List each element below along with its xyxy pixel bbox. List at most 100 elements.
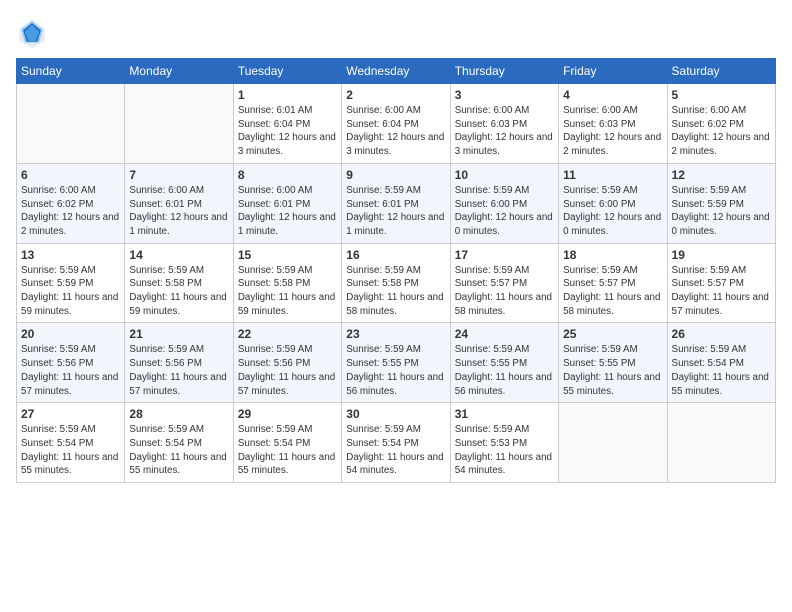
day-info: Sunrise: 5:59 AM Sunset: 5:54 PM Dayligh… xyxy=(21,423,120,478)
day-info: Sunrise: 5:59 AM Sunset: 5:57 PM Dayligh… xyxy=(563,264,662,319)
day-info: Sunrise: 5:59 AM Sunset: 5:56 PM Dayligh… xyxy=(21,343,120,398)
calendar-cell: 31 Sunrise: 5:59 AM Sunset: 5:53 PM Dayli… xyxy=(450,403,558,483)
calendar-cell: 24Sunrise: 5:59 AM Sunset: 5:55 PM Dayli… xyxy=(450,323,558,403)
day-info: Sunrise: 5:59 AM Sunset: 5:55 PM Dayligh… xyxy=(346,343,445,398)
day-info: Sunrise: 5:59 AM Sunset: 5:58 PM Dayligh… xyxy=(129,264,228,319)
day-number: 3 xyxy=(455,88,554,102)
day-number: 21 xyxy=(129,327,228,341)
calendar-cell: 18 Sunrise: 5:59 AM Sunset: 5:57 PM Dayli… xyxy=(559,243,667,323)
calendar-cell: 4Sunrise: 6:00 AM Sunset: 6:03 PM Daylig… xyxy=(559,84,667,164)
day-info: Sunrise: 5:59 AM Sunset: 6:00 PM Dayligh… xyxy=(455,184,554,239)
day-number: 28 xyxy=(129,407,228,421)
day-number: 10 xyxy=(455,168,554,182)
calendar-cell xyxy=(559,403,667,483)
calendar-cell: 10 Sunrise: 5:59 AM Sunset: 6:00 PM Dayli… xyxy=(450,163,558,243)
day-number: 4 xyxy=(563,88,662,102)
page-header xyxy=(16,16,776,48)
calendar-week-2: 6 Sunrise: 6:00 AM Sunset: 6:02 PM Daylig… xyxy=(17,163,776,243)
calendar-week-1: 1Sunrise: 6:01 AM Sunset: 6:04 PM Daylig… xyxy=(17,84,776,164)
day-info: Sunrise: 5:59 AM Sunset: 5:59 PM Dayligh… xyxy=(21,264,120,319)
day-number: 19 xyxy=(672,248,771,262)
calendar-week-4: 20 Sunrise: 5:59 AM Sunset: 5:56 PM Dayli… xyxy=(17,323,776,403)
calendar-cell: 12Sunrise: 5:59 AM Sunset: 5:59 PM Dayli… xyxy=(667,163,775,243)
day-info: Sunrise: 5:59 AM Sunset: 5:55 PM Dayligh… xyxy=(563,343,662,398)
day-info: Sunrise: 5:59 AM Sunset: 5:56 PM Dayligh… xyxy=(129,343,228,398)
day-info: Sunrise: 5:59 AM Sunset: 5:54 PM Dayligh… xyxy=(346,423,445,478)
calendar-cell: 19 Sunrise: 5:59 AM Sunset: 5:57 PM Dayli… xyxy=(667,243,775,323)
day-number: 24 xyxy=(455,327,554,341)
calendar-week-3: 13 Sunrise: 5:59 AM Sunset: 5:59 PM Dayli… xyxy=(17,243,776,323)
calendar-cell xyxy=(667,403,775,483)
day-info: Sunrise: 5:59 AM Sunset: 5:56 PM Dayligh… xyxy=(238,343,337,398)
day-number: 5 xyxy=(672,88,771,102)
day-number: 9 xyxy=(346,168,445,182)
day-info: Sunrise: 6:00 AM Sunset: 6:01 PM Dayligh… xyxy=(238,184,337,239)
logo-icon xyxy=(16,16,48,48)
calendar-cell: 21 Sunrise: 5:59 AM Sunset: 5:56 PM Dayli… xyxy=(125,323,233,403)
calendar-cell xyxy=(125,84,233,164)
day-info: Sunrise: 5:59 AM Sunset: 5:59 PM Dayligh… xyxy=(672,184,771,239)
weekday-header-monday: Monday xyxy=(125,59,233,84)
day-info: Sunrise: 5:59 AM Sunset: 5:54 PM Dayligh… xyxy=(129,423,228,478)
calendar-week-5: 27Sunrise: 5:59 AM Sunset: 5:54 PM Dayli… xyxy=(17,403,776,483)
day-info: Sunrise: 5:59 AM Sunset: 6:00 PM Dayligh… xyxy=(563,184,662,239)
calendar-cell: 23 Sunrise: 5:59 AM Sunset: 5:55 PM Dayli… xyxy=(342,323,450,403)
day-number: 11 xyxy=(563,168,662,182)
day-number: 31 xyxy=(455,407,554,421)
calendar-table: SundayMondayTuesdayWednesdayThursdayFrid… xyxy=(16,58,776,483)
day-info: Sunrise: 5:59 AM Sunset: 5:58 PM Dayligh… xyxy=(346,264,445,319)
day-info: Sunrise: 6:00 AM Sunset: 6:02 PM Dayligh… xyxy=(672,104,771,159)
day-number: 26 xyxy=(672,327,771,341)
weekday-header-tuesday: Tuesday xyxy=(233,59,341,84)
calendar-cell: 11 Sunrise: 5:59 AM Sunset: 6:00 PM Dayli… xyxy=(559,163,667,243)
calendar-cell: 17 Sunrise: 5:59 AM Sunset: 5:57 PM Dayli… xyxy=(450,243,558,323)
calendar-cell: 20 Sunrise: 5:59 AM Sunset: 5:56 PM Dayli… xyxy=(17,323,125,403)
day-number: 7 xyxy=(129,168,228,182)
day-info: Sunrise: 5:59 AM Sunset: 5:54 PM Dayligh… xyxy=(672,343,771,398)
day-number: 29 xyxy=(238,407,337,421)
logo xyxy=(16,16,54,48)
day-info: Sunrise: 5:59 AM Sunset: 5:53 PM Dayligh… xyxy=(455,423,554,478)
day-number: 13 xyxy=(21,248,120,262)
day-info: Sunrise: 6:00 AM Sunset: 6:04 PM Dayligh… xyxy=(346,104,445,159)
day-info: Sunrise: 6:00 AM Sunset: 6:01 PM Dayligh… xyxy=(129,184,228,239)
day-info: Sunrise: 5:59 AM Sunset: 5:58 PM Dayligh… xyxy=(238,264,337,319)
day-number: 6 xyxy=(21,168,120,182)
calendar-cell: 3 Sunrise: 6:00 AM Sunset: 6:03 PM Daylig… xyxy=(450,84,558,164)
day-number: 1 xyxy=(238,88,337,102)
calendar-cell: 22Sunrise: 5:59 AM Sunset: 5:56 PM Dayli… xyxy=(233,323,341,403)
weekday-header-wednesday: Wednesday xyxy=(342,59,450,84)
day-info: Sunrise: 5:59 AM Sunset: 5:57 PM Dayligh… xyxy=(455,264,554,319)
weekday-header-thursday: Thursday xyxy=(450,59,558,84)
day-number: 15 xyxy=(238,248,337,262)
calendar-cell: 2 Sunrise: 6:00 AM Sunset: 6:04 PM Daylig… xyxy=(342,84,450,164)
calendar-cell: 6 Sunrise: 6:00 AM Sunset: 6:02 PM Daylig… xyxy=(17,163,125,243)
calendar-cell: 16 Sunrise: 5:59 AM Sunset: 5:58 PM Dayli… xyxy=(342,243,450,323)
calendar-cell: 30 Sunrise: 5:59 AM Sunset: 5:54 PM Dayli… xyxy=(342,403,450,483)
day-number: 8 xyxy=(238,168,337,182)
day-number: 18 xyxy=(563,248,662,262)
day-number: 2 xyxy=(346,88,445,102)
day-number: 16 xyxy=(346,248,445,262)
weekday-header-friday: Friday xyxy=(559,59,667,84)
day-info: Sunrise: 6:00 AM Sunset: 6:02 PM Dayligh… xyxy=(21,184,120,239)
weekday-header-saturday: Saturday xyxy=(667,59,775,84)
calendar-cell: 28 Sunrise: 5:59 AM Sunset: 5:54 PM Dayli… xyxy=(125,403,233,483)
calendar-cell: 25Sunrise: 5:59 AM Sunset: 5:55 PM Dayli… xyxy=(559,323,667,403)
day-info: Sunrise: 5:59 AM Sunset: 5:54 PM Dayligh… xyxy=(238,423,337,478)
calendar-cell: 1Sunrise: 6:01 AM Sunset: 6:04 PM Daylig… xyxy=(233,84,341,164)
calendar-cell: 5 Sunrise: 6:00 AM Sunset: 6:02 PM Daylig… xyxy=(667,84,775,164)
calendar-cell: 13 Sunrise: 5:59 AM Sunset: 5:59 PM Dayli… xyxy=(17,243,125,323)
weekday-header-sunday: Sunday xyxy=(17,59,125,84)
calendar-cell: 15 Sunrise: 5:59 AM Sunset: 5:58 PM Dayli… xyxy=(233,243,341,323)
day-number: 20 xyxy=(21,327,120,341)
day-info: Sunrise: 6:00 AM Sunset: 6:03 PM Dayligh… xyxy=(455,104,554,159)
calendar-cell xyxy=(17,84,125,164)
day-number: 23 xyxy=(346,327,445,341)
day-info: Sunrise: 5:59 AM Sunset: 5:57 PM Dayligh… xyxy=(672,264,771,319)
calendar-cell: 9 Sunrise: 5:59 AM Sunset: 6:01 PM Daylig… xyxy=(342,163,450,243)
day-number: 30 xyxy=(346,407,445,421)
day-number: 17 xyxy=(455,248,554,262)
calendar-cell: 27Sunrise: 5:59 AM Sunset: 5:54 PM Dayli… xyxy=(17,403,125,483)
day-info: Sunrise: 5:59 AM Sunset: 6:01 PM Dayligh… xyxy=(346,184,445,239)
